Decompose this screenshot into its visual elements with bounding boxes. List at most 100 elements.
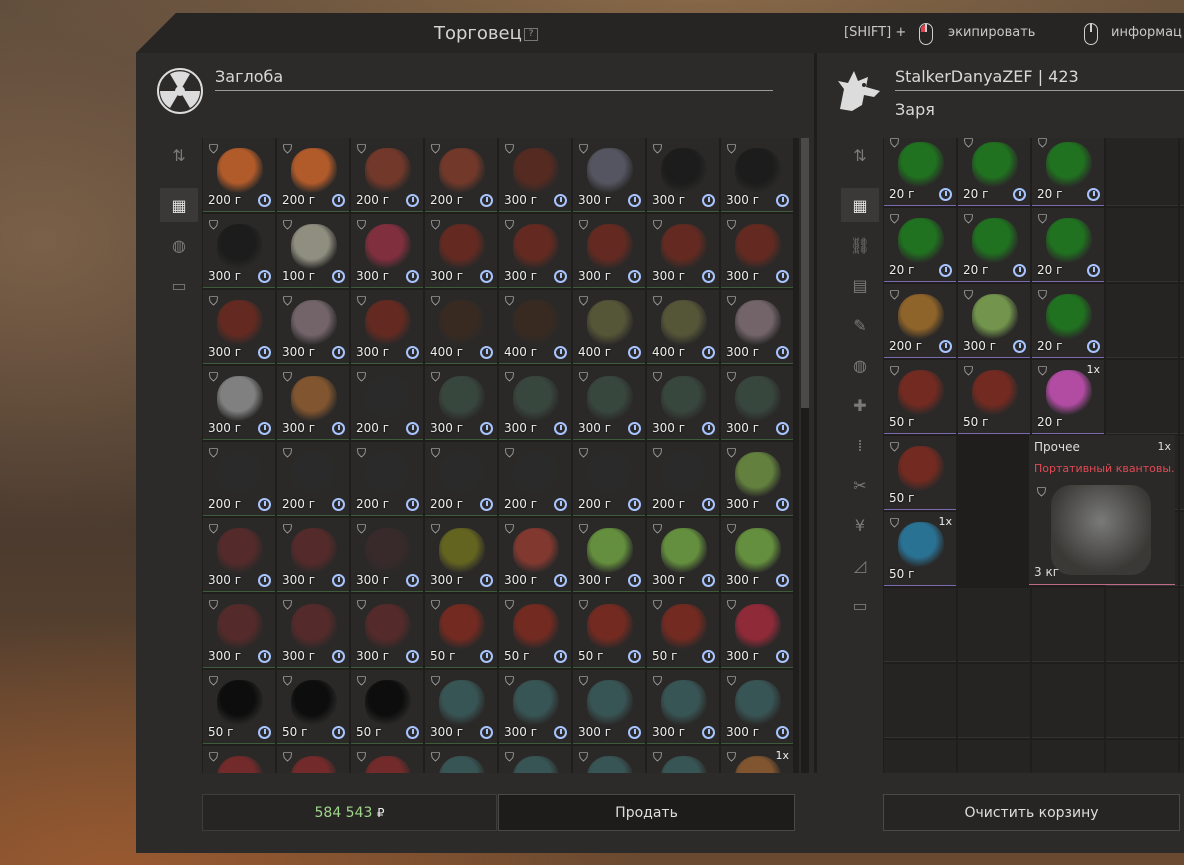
inventory-cell[interactable]: ⛉ 200 г: [647, 442, 719, 516]
weapon-filter-icon[interactable]: ✎: [841, 308, 879, 342]
empty-cell[interactable]: [884, 588, 956, 662]
empty-cell[interactable]: [1180, 512, 1184, 586]
inventory-cell[interactable]: ⛉: [277, 746, 349, 773]
inventory-cell[interactable]: ⛉ 300 г: [351, 594, 423, 668]
inventory-cell[interactable]: ⛉ 300 г: [721, 594, 793, 668]
inventory-cell[interactable]: ⛉ 50 г: [884, 436, 956, 510]
inventory-cell[interactable]: ⛉ 1x: [721, 746, 793, 773]
inventory-cell[interactable]: ⛉ 20 г: [1032, 284, 1104, 358]
inventory-cell[interactable]: ⛉ 20 г 1x: [1032, 360, 1104, 434]
grid-view-icon[interactable]: ▦: [841, 188, 879, 222]
inventory-cell[interactable]: ⛉ 20 г: [958, 208, 1030, 282]
tools-filter-icon[interactable]: ✂: [841, 468, 879, 502]
inventory-cell[interactable]: ⛉ 200 г: [499, 442, 571, 516]
empty-cell[interactable]: [958, 740, 1030, 773]
inventory-cell[interactable]: ⛉ 50 г: [573, 594, 645, 668]
empty-cell[interactable]: [1180, 360, 1184, 434]
inventory-cell[interactable]: ⛉ 50 г: [499, 594, 571, 668]
inventory-cell[interactable]: ⛉ 300 г: [425, 214, 497, 288]
inventory-cell[interactable]: ⛉: [647, 746, 719, 773]
inventory-cell[interactable]: ⛉ 300 г: [425, 670, 497, 744]
inventory-cell[interactable]: ⛉ 20 г: [1032, 138, 1104, 206]
inventory-cell[interactable]: ⛉ 50 г: [647, 594, 719, 668]
inventory-cell[interactable]: ⛉ 300 г: [277, 594, 349, 668]
inventory-cell[interactable]: ⛉ 100 г: [277, 214, 349, 288]
inventory-cell[interactable]: ⛉ 300 г: [277, 290, 349, 364]
inventory-cell[interactable]: ⛉ 300 г: [203, 214, 275, 288]
inventory-cell[interactable]: ⛉ 300 г: [647, 138, 719, 212]
inventory-cell[interactable]: ⛉ 300 г: [499, 366, 571, 440]
empty-cell[interactable]: [1106, 664, 1178, 738]
inventory-cell[interactable]: ⛉ 300 г: [203, 518, 275, 592]
inventory-cell[interactable]: ⛉ 300 г: [203, 594, 275, 668]
container-filter-icon[interactable]: ▭: [160, 268, 198, 302]
inventory-cell[interactable]: ⛉ 400 г: [647, 290, 719, 364]
inventory-cell[interactable]: ⛉ 300 г: [573, 366, 645, 440]
food-filter-icon[interactable]: ¥: [841, 508, 879, 542]
inventory-cell[interactable]: ⛉ 300 г: [573, 518, 645, 592]
empty-cell[interactable]: [1106, 360, 1178, 434]
inventory-cell[interactable]: ⛉: [499, 746, 571, 773]
inventory-cell[interactable]: ⛉ 300 г: [721, 290, 793, 364]
inventory-cell[interactable]: ⛉ 200 г: [277, 138, 349, 212]
empty-cell[interactable]: [1032, 740, 1104, 773]
inventory-cell[interactable]: ⛉ 300 г: [499, 138, 571, 212]
ammo-filter-icon[interactable]: ⁞: [841, 428, 879, 462]
inventory-cell[interactable]: ⛉ 200 г: [351, 442, 423, 516]
inventory-cell[interactable]: ⛉ 300 г: [203, 366, 275, 440]
inventory-cell[interactable]: ⛉ 300 г: [721, 214, 793, 288]
inventory-cell[interactable]: ⛉ 50 г: [351, 670, 423, 744]
empty-cell[interactable]: [1106, 588, 1178, 662]
inventory-cell[interactable]: ⛉ 200 г: [425, 138, 497, 212]
inventory-cell[interactable]: ⛉ 200 г: [573, 442, 645, 516]
inventory-cell[interactable]: ⛉ 50 г: [425, 594, 497, 668]
empty-cell[interactable]: [1180, 138, 1184, 206]
empty-cell[interactable]: [1032, 664, 1104, 738]
inventory-cell[interactable]: ⛉ 300 г: [958, 284, 1030, 358]
inventory-cell[interactable]: ⛉ 300 г: [499, 214, 571, 288]
inventory-cell[interactable]: ⛉ 20 г: [958, 138, 1030, 206]
inventory-cell[interactable]: ⛉ 20 г: [1032, 208, 1104, 282]
empty-cell[interactable]: [1180, 284, 1184, 358]
clear-cart-button[interactable]: Очистить корзину: [883, 794, 1180, 831]
inventory-cell[interactable]: ⛉ 300 г: [203, 290, 275, 364]
empty-cell[interactable]: [1180, 588, 1184, 662]
empty-cell[interactable]: [1180, 664, 1184, 738]
inventory-cell[interactable]: ⛉ 400 г: [573, 290, 645, 364]
inventory-cell[interactable]: ⛉ 50 г: [884, 360, 956, 434]
inventory-cell[interactable]: ⛉ 300 г: [573, 214, 645, 288]
inventory-cell[interactable]: ⛉ 20 г: [884, 138, 956, 206]
inventory-cell[interactable]: ⛉ 300 г: [499, 670, 571, 744]
inventory-cell[interactable]: ⛉ 300 г: [499, 518, 571, 592]
empty-cell[interactable]: [1106, 208, 1178, 282]
inventory-cell[interactable]: ⛉ 300 г: [647, 518, 719, 592]
inventory-cell[interactable]: ⛉ 200 г: [203, 138, 275, 212]
empty-cell[interactable]: [1180, 740, 1184, 773]
inventory-cell[interactable]: ⛉: [203, 746, 275, 773]
inventory-cell[interactable]: ⛉ 200 г: [884, 284, 956, 358]
inventory-cell[interactable]: ⛉ 300 г: [277, 518, 349, 592]
medkit-filter-icon[interactable]: ✚: [841, 388, 879, 422]
trader-scrollbar[interactable]: [801, 138, 809, 773]
inventory-cell[interactable]: ⛉: [425, 746, 497, 773]
inventory-cell[interactable]: ⛉ 300 г: [721, 138, 793, 212]
help-button[interactable]: ?: [524, 28, 538, 41]
inventory-cell[interactable]: ⛉ 300 г: [573, 670, 645, 744]
inventory-cell[interactable]: ⛉ 300 г: [721, 442, 793, 516]
inventory-cell[interactable]: ⛉ 400 г: [499, 290, 571, 364]
artifact-filter-icon[interactable]: ◍: [841, 348, 879, 382]
inventory-cell[interactable]: ⛉ 50 г: [277, 670, 349, 744]
empty-cell[interactable]: [1106, 138, 1178, 206]
sort-icon[interactable]: ⇅: [841, 138, 879, 172]
inventory-cell[interactable]: ⛉ 300 г: [647, 366, 719, 440]
inventory-cell[interactable]: ⛉ 300 г: [573, 138, 645, 212]
armor-filter-icon[interactable]: ▤: [841, 268, 879, 302]
inventory-cell[interactable]: ⛉ 50 г: [958, 360, 1030, 434]
sell-button[interactable]: Продать: [498, 794, 795, 831]
empty-cell[interactable]: [1180, 208, 1184, 282]
inventory-cell[interactable]: ⛉ 200 г: [425, 442, 497, 516]
inventory-cell[interactable]: ⛉ 300 г: [425, 518, 497, 592]
empty-cell[interactable]: [1106, 284, 1178, 358]
container-filter-icon[interactable]: ▭: [841, 588, 879, 622]
inventory-cell[interactable]: ⛉ 200 г: [277, 442, 349, 516]
